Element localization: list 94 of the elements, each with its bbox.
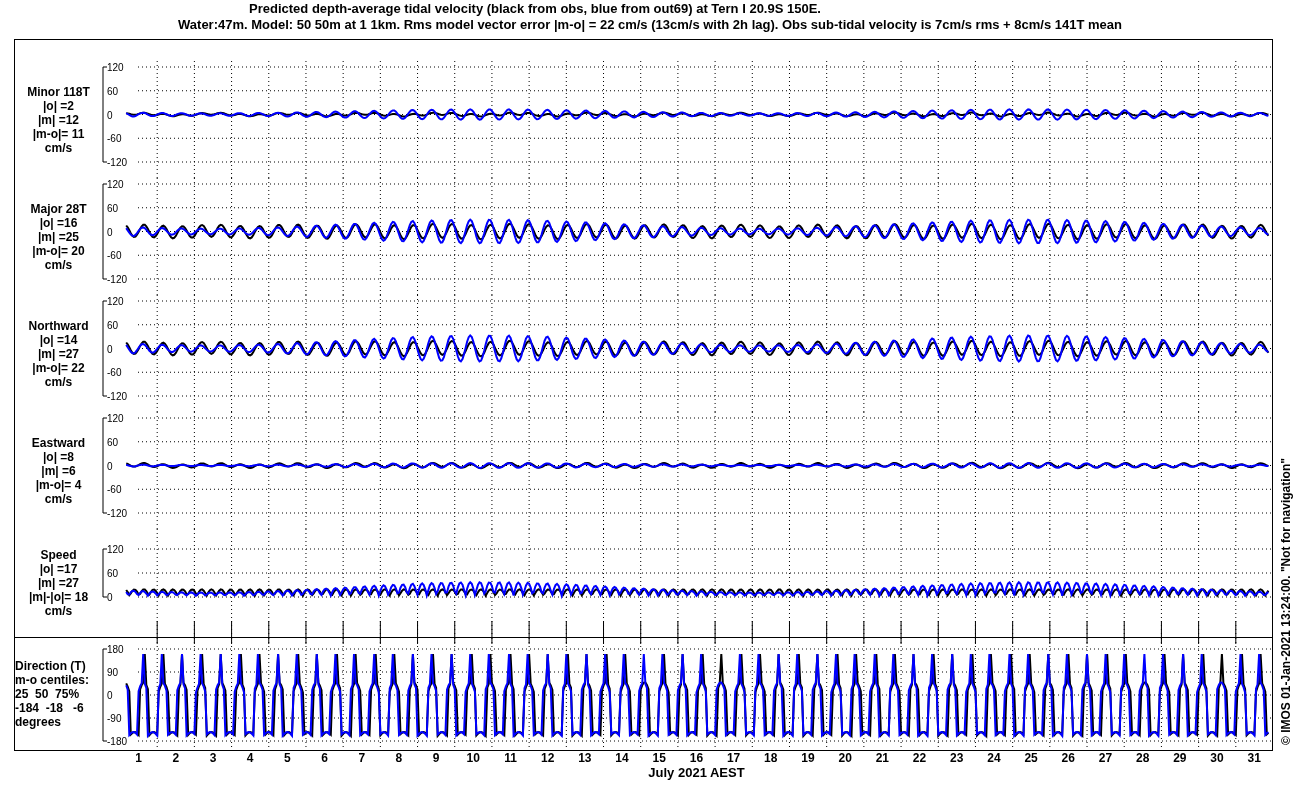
axis-tick-label: -90 <box>107 713 122 724</box>
axis-tick-label: 180 <box>107 644 124 655</box>
day-tick-label: 12 <box>539 751 556 765</box>
day-tick-label: 19 <box>800 751 816 765</box>
panel-stat: |o| =17 <box>39 562 78 576</box>
y-axis <box>102 548 108 598</box>
panel-stat: |o| =8 <box>42 449 75 464</box>
chart-title: Predicted depth-average tidal velocity (black from obs, blue from out69) at Tern I 20.9S 150E. <box>248 1 822 17</box>
day-tick-label: 10 <box>465 751 481 765</box>
axis-tick-label: 60 <box>107 436 119 448</box>
panel-stat: |o| =14 <box>39 332 78 347</box>
axis-tick-label: 120 <box>107 179 124 190</box>
axis-tick-label: -60 <box>107 250 122 262</box>
axis-tick-label: 120 <box>107 62 124 73</box>
panel-stat: |m-o|= 4 <box>35 477 82 492</box>
day-tick-label: 18 <box>763 751 779 765</box>
axis-tick-label: 60 <box>107 568 119 579</box>
day-tick-label: 24 <box>986 751 1002 765</box>
day-tick-label: 5 <box>283 751 292 765</box>
panel-stat: |m| =27 <box>37 576 80 590</box>
day-tick-label: 17 <box>725 751 742 765</box>
panel-stat: Major 28T <box>30 201 87 216</box>
axis-tick-label: 0 <box>107 592 113 603</box>
panel-stat: Northward <box>28 318 89 333</box>
axis-tick-label: 0 <box>107 343 113 355</box>
axis-tick-label: -60 <box>107 367 122 379</box>
panel-stat: cm/s <box>44 257 73 272</box>
day-tick-label: 20 <box>837 751 853 765</box>
day-tick-label: 3 <box>208 751 218 765</box>
axis-tick-label: 0 <box>107 460 113 472</box>
day-tick-label: 8 <box>394 751 404 765</box>
axis-tick-label: 120 <box>107 296 124 307</box>
panel-stat: Direction (T) <box>15 659 86 673</box>
day-tick-label: 29 <box>1172 751 1188 765</box>
day-tick-label: 23 <box>949 751 965 765</box>
axis-tick-label: -60 <box>107 484 122 496</box>
axis-tick-label: 0 <box>107 690 113 701</box>
panel-stat: -184 -18 -6 <box>15 701 84 715</box>
axis-tick-label: 60 <box>107 202 119 214</box>
axis-tick-label: -60 <box>107 133 122 145</box>
axis-tick-label: 60 <box>107 319 119 331</box>
axis-tick-label: 60 <box>107 85 119 97</box>
day-tick-label: 16 <box>688 751 705 765</box>
day-tick-label: 30 <box>1209 751 1225 765</box>
panel-stat: cm/s <box>44 491 73 506</box>
axis-tick-label: -180 <box>107 736 127 747</box>
panel-stat: |o| =16 <box>39 215 78 230</box>
axis-tick-label: 90 <box>107 667 119 678</box>
day-tick-label: 28 <box>1134 751 1151 765</box>
panel-stat: Eastward <box>31 435 86 450</box>
day-tick-label: 15 <box>651 751 667 765</box>
panel-stat: cm/s <box>44 140 73 155</box>
axis-tick-label: -120 <box>107 274 127 285</box>
axis-tick-label: -120 <box>107 391 127 402</box>
panel-stat: degrees <box>15 715 62 729</box>
axis-tick-label: 120 <box>107 544 124 555</box>
panel-stat: Minor 118T <box>27 84 90 99</box>
day-tick-label: 1 <box>134 751 143 765</box>
day-tick-label: 7 <box>357 751 367 765</box>
panel-stat: |m| =25 <box>37 229 80 244</box>
panel-stat: |m-o|= 22 <box>32 360 85 375</box>
axis-tick-label: 0 <box>107 109 113 121</box>
day-tick-label: 2 <box>171 751 181 765</box>
day-tick-label: 25 <box>1023 751 1039 765</box>
panel-stat: Speed <box>40 548 77 562</box>
axis-tick-label: 120 <box>107 413 124 424</box>
axis-tick-label: 0 <box>107 226 113 238</box>
day-tick-label: 26 <box>1060 751 1076 765</box>
panel-stat: |m-o|= 11 <box>32 126 85 141</box>
day-tick-label: 13 <box>577 751 593 765</box>
panel-stat: 25 50 75% <box>15 687 80 701</box>
day-tick-label: 11 <box>503 751 518 765</box>
panel-stat: m-o centiles: <box>15 673 89 687</box>
x-axis-label: July 2021 AEST <box>647 765 746 780</box>
day-tick-label: 4 <box>245 751 255 765</box>
day-tick-label: 31 <box>1246 751 1262 765</box>
axis-tick-label: -120 <box>107 157 127 168</box>
day-tick-label: 27 <box>1097 751 1114 765</box>
day-tick-label: 9 <box>431 751 441 765</box>
axis-tick-label: -120 <box>107 508 127 519</box>
panel-stat: cm/s <box>44 374 73 389</box>
day-tick-label: 6 <box>320 751 329 765</box>
panel-stat: |m| =12 <box>37 112 80 127</box>
panel-stat: |m-o|= 20 <box>32 243 85 258</box>
day-tick-label: 22 <box>911 751 928 765</box>
panel-stat: |m|-|o|= 18 <box>28 590 89 604</box>
panel-stat: cm/s <box>44 604 73 618</box>
panel-stat: |m| =27 <box>37 346 80 361</box>
day-tick-label: 21 <box>874 751 890 765</box>
panel-stat: |o| =2 <box>42 98 75 113</box>
copyright-note: © IMOS 01-Jan-2021 13:24:00. "Not for navigation" <box>1279 458 1293 747</box>
day-tick-label: 14 <box>614 751 630 765</box>
chart-subtitle: Water:47m. Model: 50 50m at 1 1km. Rms model vector error |m-o| = 22 cm/s (13cm/s with 2h lag). Obs sub-tidal velocity is 7cm/s rms + 8cm/s 141T mean <box>177 17 1123 33</box>
panel-stat: |m| =6 <box>41 463 76 478</box>
